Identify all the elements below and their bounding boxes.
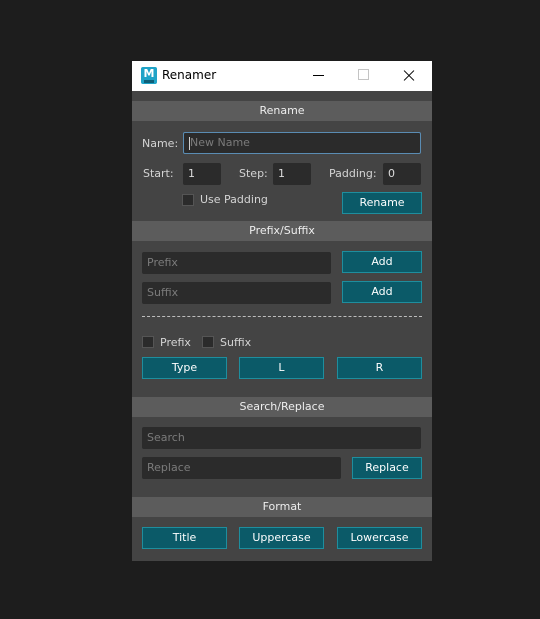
window-title: Renamer — [162, 68, 217, 82]
suffix-checkbox[interactable] — [202, 336, 214, 348]
start-input[interactable]: 1 — [183, 163, 221, 185]
rename-button[interactable]: Rename — [342, 192, 422, 214]
format-section-header[interactable]: Format — [132, 497, 432, 517]
l-button[interactable]: L — [239, 357, 324, 379]
padding-label: Padding: — [329, 167, 377, 180]
use-padding-label: Use Padding — [200, 193, 268, 206]
replace-input[interactable]: Replace — [142, 457, 341, 479]
lowercase-button[interactable]: Lowercase — [337, 527, 422, 549]
type-button[interactable]: Type — [142, 357, 227, 379]
search-replace-section-header[interactable]: Search/Replace — [132, 397, 432, 417]
title-bar[interactable]: M Renamer — [132, 61, 432, 91]
step-label: Step: — [239, 167, 268, 180]
add-prefix-button[interactable]: Add — [342, 251, 422, 273]
replace-button[interactable]: Replace — [352, 457, 422, 479]
prefix-checkbox[interactable] — [142, 336, 154, 348]
r-button[interactable]: R — [337, 357, 422, 379]
prefix-input[interactable]: Prefix — [142, 252, 331, 274]
name-label: Name: — [142, 137, 179, 150]
add-suffix-button[interactable]: Add — [342, 281, 422, 303]
suffix-checkbox-label: Suffix — [220, 336, 252, 349]
prefix-suffix-section-header[interactable]: Prefix/Suffix — [132, 221, 432, 241]
rename-section-header[interactable]: Rename — [132, 101, 432, 121]
use-padding-checkbox[interactable] — [182, 194, 194, 206]
name-input[interactable]: New Name — [183, 132, 421, 154]
minimize-icon[interactable] — [296, 61, 341, 91]
prefix-checkbox-label: Prefix — [160, 336, 191, 349]
section-divider — [142, 316, 422, 317]
title-case-button[interactable]: Title — [142, 527, 227, 549]
padding-input[interactable]: 0 — [383, 163, 421, 185]
close-icon[interactable] — [386, 61, 431, 91]
renamer-window: M Renamer Rename Name: New Name Start: 1… — [132, 61, 432, 561]
search-input[interactable]: Search — [142, 427, 421, 449]
maya-app-icon: M — [141, 67, 157, 84]
maximize-icon[interactable] — [341, 61, 386, 91]
uppercase-button[interactable]: Uppercase — [239, 527, 324, 549]
suffix-input[interactable]: Suffix — [142, 282, 331, 304]
step-input[interactable]: 1 — [273, 163, 311, 185]
start-label: Start: — [143, 167, 174, 180]
